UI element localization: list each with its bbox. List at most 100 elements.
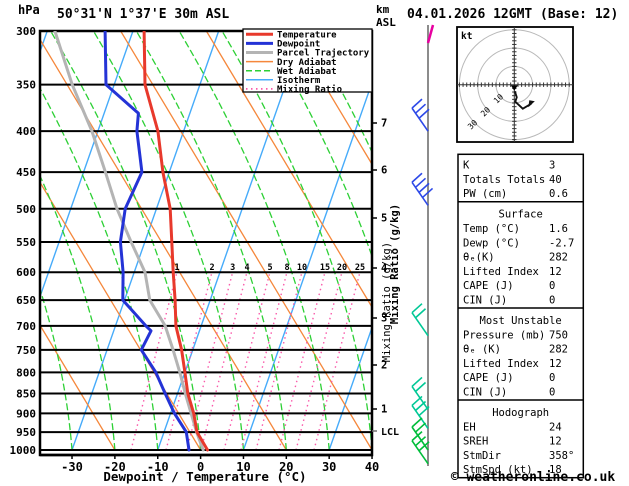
- barb-feather: [414, 381, 427, 393]
- wind-barb-column: [411, 24, 435, 466]
- pressure-tick-label: 800: [16, 366, 36, 379]
- mixing-ratio-value-label: 4: [244, 263, 249, 273]
- mixing-ratio-line: [200, 271, 248, 451]
- table-row-label: StmDir: [463, 450, 501, 462]
- pressure-tick-label: 600: [16, 266, 36, 279]
- skewt-sounding-page: hPa 50°31'N 1°37'E 30m ASL km ASL 04.01.…: [0, 0, 629, 486]
- mixing-ratio-value-label: 8: [284, 263, 289, 273]
- mixing-ratio-value-label: 2: [209, 263, 214, 273]
- table-row-value: 750: [549, 329, 568, 341]
- table-row-label: CAPE (J): [463, 280, 514, 292]
- barb-feather: [414, 103, 427, 114]
- table-row-value: 40: [549, 174, 562, 186]
- km-tick-label: 6: [381, 165, 387, 177]
- wind-barb: [411, 98, 430, 132]
- legend: TemperatureDewpointParcel TrajectoryDry …: [242, 28, 373, 95]
- hodograph-unit-label: kt: [461, 31, 472, 42]
- table-row-value: 24: [549, 421, 562, 433]
- pressure-tick-label: 550: [16, 236, 36, 249]
- x-axis-label: Dewpoint / Temperature (°C): [103, 469, 306, 484]
- barb-feather: [414, 400, 427, 412]
- table-row-label: PW (cm): [463, 188, 507, 200]
- pressure-tick-label: 650: [16, 294, 36, 307]
- table-row-value: 282: [549, 344, 568, 356]
- table-row-label: Lifted Index: [463, 358, 539, 370]
- mixing-ratio-value-label: 20: [337, 263, 347, 273]
- pressure-tick-label: 1000: [10, 444, 37, 457]
- table-row-label: CIN (J): [463, 295, 507, 307]
- km-tick-label: 5: [381, 213, 387, 225]
- pressure-tick-label: 700: [16, 320, 36, 333]
- table-row-value: 3: [549, 160, 555, 172]
- barb-feather: [411, 376, 423, 388]
- mixing-axis-label: Mixing Ratio (g/kg): [381, 242, 393, 362]
- table-row-value: 0.6: [549, 188, 568, 200]
- table-row-value: 0: [549, 280, 555, 292]
- run-title: 04.01.2026 12GMT (Base: 12): [407, 7, 618, 22]
- table-row-value: 12: [549, 266, 562, 278]
- barb-feather: [411, 98, 423, 109]
- km-tick-label: 7: [381, 118, 387, 130]
- stats-table: K 3 Totals Totals 40 PW (cm) 0.6 Surface Temp (…: [457, 153, 585, 479]
- barb-feather: [411, 172, 423, 183]
- mixing-ratio-value-label: 15: [320, 263, 330, 273]
- pressure-tick-label: 850: [16, 387, 36, 400]
- barb-feather: [411, 303, 423, 314]
- table-row-value: 0: [549, 295, 555, 307]
- wind-barb: [411, 376, 429, 410]
- pressure-tick-label: 500: [16, 203, 36, 216]
- table-row-label: K: [463, 160, 470, 172]
- mixing-ratio-value-label: 10: [297, 263, 307, 273]
- station-title: 50°31'N 1°37'E 30m ASL: [57, 7, 229, 22]
- temp-tick-label: 40: [365, 460, 379, 474]
- isotherm-line: [328, 325, 372, 451]
- wind-barb: [411, 172, 434, 206]
- barb-feather: [414, 422, 427, 433]
- table-row-label: EH: [463, 421, 476, 433]
- pressure-tick-label: 400: [16, 125, 36, 138]
- table-row-label: Lifted Index: [463, 266, 539, 278]
- table-row-label: Temp (°C): [463, 223, 520, 235]
- barb-feather: [414, 177, 427, 188]
- table-row-value: 0: [549, 372, 555, 384]
- pressure-tick-label: 350: [16, 79, 36, 92]
- mixing-ratio-value-label: 5: [267, 263, 272, 273]
- wet-adiabat-line: [40, 286, 73, 451]
- table-row-label: Pressure (mb): [463, 329, 545, 341]
- altitude-unit-asl: ASL: [376, 16, 396, 29]
- table-section-header: Hodograph: [492, 407, 549, 419]
- pressure-tick-label: 900: [16, 407, 36, 420]
- table-section-header: Surface: [499, 209, 543, 221]
- table-row-label: Dewp (°C): [463, 237, 520, 249]
- legend-label-mixing_ratio: Mixing Ratio: [277, 84, 342, 95]
- pressure-unit-label: hPa: [18, 3, 40, 17]
- mixing-ratio-value-label: 25: [355, 263, 365, 273]
- pressure-tick-label: 450: [16, 166, 36, 179]
- mixing-ratio-line: [313, 271, 361, 451]
- barb-feather: [414, 308, 427, 319]
- barb-feather: [411, 395, 423, 407]
- lcl-marker-label: LCL: [381, 427, 399, 438]
- table-row-value: 1.6: [549, 223, 568, 235]
- table-row-value: 358°: [549, 450, 574, 462]
- wind-barb: [411, 303, 429, 337]
- pressure-tick-label: 750: [16, 344, 36, 357]
- km-tick-label: 1: [381, 404, 387, 416]
- table-row-label: CAPE (J): [463, 372, 514, 384]
- table-row-label: Totals Totals: [463, 174, 545, 186]
- skewt-chart: hPa 50°31'N 1°37'E 30m ASL km ASL 04.01.…: [10, 3, 619, 485]
- table-row-label: SREH: [463, 436, 488, 448]
- hodograph: 102030: [456, 26, 574, 143]
- table-row-label: CIN (J): [463, 387, 507, 399]
- mixing-ratio-value-label: 3: [230, 263, 235, 273]
- credit-footer: © weatheronline.co.uk: [451, 470, 616, 485]
- pressure-tick-label: 950: [16, 426, 36, 439]
- table-row-value: -2.7: [549, 237, 574, 249]
- dry-adiabat-line: [40, 38, 287, 451]
- temp-tick-label: 30: [322, 460, 336, 474]
- table-row-label: θₑ (K): [463, 344, 501, 356]
- table-row-value: 12: [549, 436, 562, 448]
- altitude-unit-km: km: [376, 3, 390, 16]
- barb-feather: [411, 417, 423, 428]
- mixing-ratio-line: [130, 271, 178, 451]
